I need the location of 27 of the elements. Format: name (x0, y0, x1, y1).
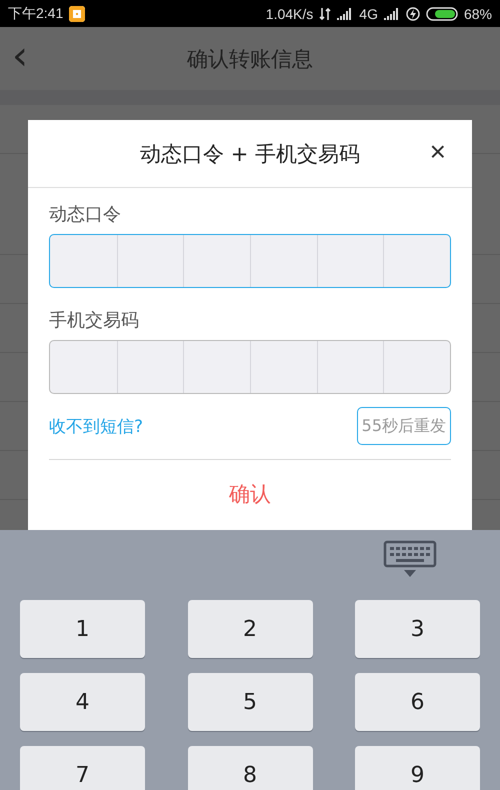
status-time: 下午2:41 (8, 4, 64, 22)
signal-icon (337, 8, 354, 20)
field-label: 动态口令 (49, 203, 122, 227)
network-speed: 1.04K/s (266, 6, 314, 22)
keyboard-hide-icon[interactable] (383, 540, 437, 578)
close-button[interactable]: × (430, 138, 446, 166)
app-notification-icon (69, 6, 86, 22)
battery-percent: 68% (464, 6, 492, 22)
number-key[interactable]: 9 (355, 746, 480, 790)
field-label: 手机交易码 (49, 309, 140, 333)
data-arrows-icon (319, 6, 332, 20)
number-key[interactable]: 5 (188, 673, 312, 731)
code-input-field[interactable] (49, 340, 451, 394)
signal-icon (384, 8, 400, 20)
network-type: 4G (359, 6, 378, 22)
code-input-field[interactable] (49, 234, 451, 288)
battery-icon (426, 6, 458, 20)
number-key[interactable]: 8 (188, 746, 312, 790)
number-key[interactable]: 4 (20, 673, 145, 731)
charging-icon (406, 6, 420, 20)
page-title: 确认转账信息 (187, 46, 313, 72)
number-key[interactable]: 1 (20, 600, 145, 658)
number-key[interactable]: 3 (355, 600, 480, 658)
number-key[interactable]: 2 (188, 600, 312, 658)
number-key[interactable]: 6 (355, 673, 480, 731)
number-key[interactable]: 7 (20, 746, 145, 790)
dialog-title: 动态口令 + 手机交易码 (140, 140, 360, 168)
